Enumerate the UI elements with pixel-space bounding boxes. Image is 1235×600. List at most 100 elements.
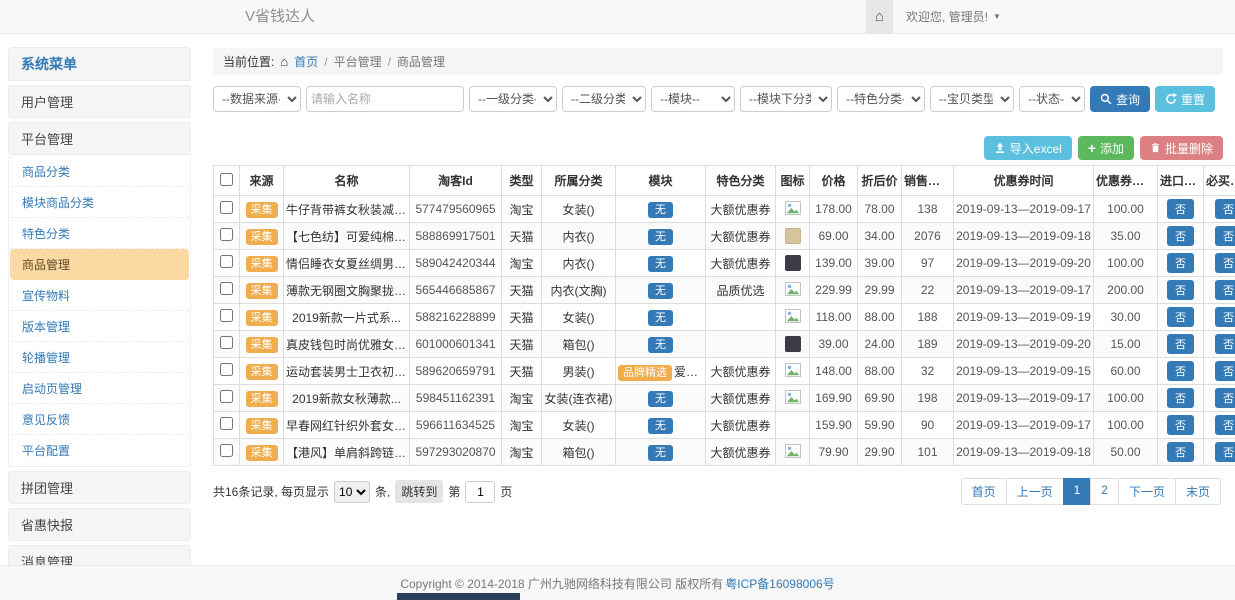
discount-price-cell: 29.90 <box>858 439 902 466</box>
icon-cell <box>776 223 810 250</box>
row-checkbox[interactable] <box>220 363 233 376</box>
pager-item-1[interactable]: 上一页 <box>1006 478 1064 505</box>
must-buy-toggle[interactable]: 否 <box>1215 226 1235 246</box>
must-buy-toggle[interactable]: 否 <box>1215 388 1235 408</box>
column-header-7: 特色分类 <box>706 166 776 196</box>
special-category-cell: 大额优惠券 <box>706 250 776 277</box>
import-excel-button[interactable]: 导入excel <box>984 136 1072 160</box>
sidebar-group-2[interactable]: 拼团管理 <box>8 471 191 504</box>
filter-select-2[interactable]: --一级分类-- <box>469 86 557 112</box>
breadcrumb-home-link[interactable]: 首页 <box>294 53 318 70</box>
imported-pick-toggle[interactable]: 否 <box>1167 415 1194 435</box>
pager-item-2[interactable]: 1 <box>1063 478 1092 505</box>
must-buy-toggle[interactable]: 否 <box>1215 199 1235 219</box>
sidebar-item-1-2[interactable]: 特色分类 <box>10 218 189 249</box>
imported-pick-toggle[interactable]: 否 <box>1167 253 1194 273</box>
module-cell: 无 <box>616 412 706 439</box>
imported-pick-toggle[interactable]: 否 <box>1167 388 1194 408</box>
price-cell: 178.00 <box>810 196 858 223</box>
imported-pick-cell: 否 <box>1158 223 1204 250</box>
must-buy-toggle[interactable]: 否 <box>1215 361 1235 381</box>
must-buy-toggle[interactable]: 否 <box>1215 280 1235 300</box>
layout: 系统菜单 用户管理平台管理商品分类模块商品分类特色分类商品管理宣传物料版本管理轮… <box>0 34 1235 565</box>
must-buy-toggle[interactable]: 否 <box>1215 307 1235 327</box>
category-cell: 内衣() <box>542 250 616 277</box>
per-page-select[interactable]: 10 <box>334 481 370 503</box>
reset-button[interactable]: 重置 <box>1155 86 1215 112</box>
sidebar-item-1-9[interactable]: 平台配置 <box>10 435 189 465</box>
discount-price-cell: 69.90 <box>858 385 902 412</box>
must-buy-toggle[interactable]: 否 <box>1215 253 1235 273</box>
sidebar-group-1[interactable]: 平台管理 <box>8 122 191 155</box>
jump-button[interactable]: 跳转到 <box>395 480 443 503</box>
imported-pick-toggle[interactable]: 否 <box>1167 226 1194 246</box>
row-checkbox-cell <box>214 439 240 466</box>
batch-delete-button[interactable]: 批量删除 <box>1140 136 1223 160</box>
sidebar-item-1-4[interactable]: 宣传物料 <box>10 280 189 311</box>
must-buy-toggle[interactable]: 否 <box>1215 415 1235 435</box>
sidebar-item-1-6[interactable]: 轮播管理 <box>10 342 189 373</box>
row-checkbox[interactable] <box>220 228 233 241</box>
sidebar-item-1-8[interactable]: 意见反馈 <box>10 404 189 435</box>
filter-select-3[interactable]: --二级分类-- <box>562 86 646 112</box>
name-search-input[interactable] <box>306 86 464 112</box>
category-cell: 箱包() <box>542 439 616 466</box>
column-header-14: 进口优选 <box>1158 166 1204 196</box>
jump-post-text: 页 <box>500 483 512 500</box>
user-menu[interactable]: 欢迎您, 管理员! ▼ <box>906 0 1001 33</box>
pager-item-0[interactable]: 首页 <box>961 478 1007 505</box>
breadcrumb-item-platform[interactable]: 平台管理 <box>334 53 382 70</box>
module-badge: 无 <box>648 310 673 326</box>
icp-link[interactable]: 粤ICP备16098006号 <box>725 575 834 592</box>
pager-item-5[interactable]: 末页 <box>1175 478 1221 505</box>
imported-pick-toggle[interactable]: 否 <box>1167 280 1194 300</box>
filter-select-8[interactable]: --状态-- <box>1019 86 1085 112</box>
imported-pick-toggle[interactable]: 否 <box>1167 361 1194 381</box>
pager-item-3[interactable]: 2 <box>1090 478 1119 505</box>
search-button[interactable]: 查询 <box>1090 86 1150 112</box>
sidebar-group-3[interactable]: 省惠快报 <box>8 508 191 541</box>
taoke-id-cell: 565446685867 <box>410 277 502 304</box>
sidebar-group-4[interactable]: 消息管理 <box>8 545 191 565</box>
sidebar-item-1-0[interactable]: 商品分类 <box>10 156 189 187</box>
row-checkbox[interactable] <box>220 255 233 268</box>
row-checkbox[interactable] <box>220 282 233 295</box>
must-buy-toggle[interactable]: 否 <box>1215 334 1235 354</box>
imported-pick-toggle[interactable]: 否 <box>1167 334 1194 354</box>
filter-select-7[interactable]: --宝贝类型-- <box>930 86 1014 112</box>
sidebar-item-1-7[interactable]: 启动页管理 <box>10 373 189 404</box>
pager-item-4[interactable]: 下一页 <box>1118 478 1176 505</box>
name-cell: 2019新款一片式系... <box>284 304 410 331</box>
row-checkbox[interactable] <box>220 390 233 403</box>
sidebar: 系统菜单 用户管理平台管理商品分类模块商品分类特色分类商品管理宣传物料版本管理轮… <box>8 34 191 565</box>
filter-select-4[interactable]: --模块-- <box>651 86 735 112</box>
row-checkbox[interactable] <box>220 336 233 349</box>
must-buy-cell: 否 <box>1204 385 1235 412</box>
imported-pick-toggle[interactable]: 否 <box>1167 199 1194 219</box>
add-button[interactable]: + 添加 <box>1078 136 1134 160</box>
must-buy-toggle[interactable]: 否 <box>1215 442 1235 462</box>
sidebar-item-1-5[interactable]: 版本管理 <box>10 311 189 342</box>
sidebar-item-1-1[interactable]: 模块商品分类 <box>10 187 189 218</box>
page-number-input[interactable] <box>465 481 495 503</box>
row-checkbox[interactable] <box>220 309 233 322</box>
platform-cell: 天猫 <box>502 358 542 385</box>
imported-pick-toggle[interactable]: 否 <box>1167 442 1194 462</box>
sidebar-item-1-3[interactable]: 商品管理 <box>10 249 189 280</box>
row-checkbox[interactable] <box>220 201 233 214</box>
module-cell: 无 <box>616 250 706 277</box>
select-all-checkbox[interactable] <box>220 173 233 186</box>
filter-select-5[interactable]: --模块下分类-- <box>740 86 832 112</box>
name-cell: 情侣睡衣女夏丝绸男士... <box>284 250 410 277</box>
name-cell: 真皮钱包时尚优雅女士... <box>284 331 410 358</box>
filter-select-0[interactable]: --数据来源-- <box>213 86 301 112</box>
filter-select-6[interactable]: --特色分类-- <box>837 86 925 112</box>
table-row: 采集2019新款女秋薄款...598451162391淘宝女装(连衣裙)无大额优… <box>214 385 1235 412</box>
imported-pick-toggle[interactable]: 否 <box>1167 307 1194 327</box>
row-checkbox[interactable] <box>220 444 233 457</box>
home-button[interactable]: ⌂ <box>866 0 893 33</box>
sidebar-group-0[interactable]: 用户管理 <box>8 85 191 118</box>
row-checkbox[interactable] <box>220 417 233 430</box>
name-cell: 牛仔背带裤女秋装减龄... <box>284 196 410 223</box>
image-placeholder-icon <box>785 444 801 458</box>
